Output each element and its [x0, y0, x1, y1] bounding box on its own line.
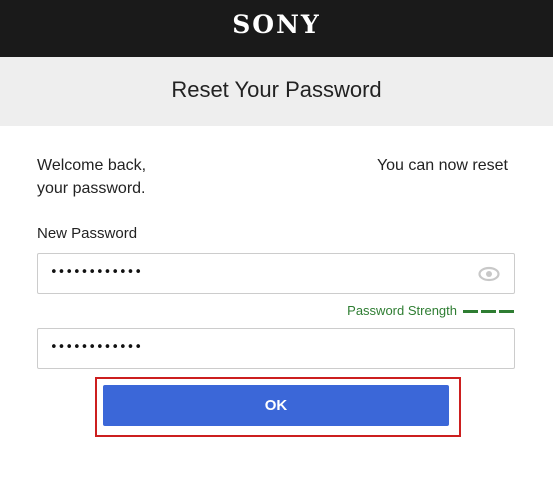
page-title: Reset Your Password: [171, 77, 382, 102]
new-password-label: New Password: [37, 225, 138, 242]
page-header: Reset Your Password: [0, 57, 553, 126]
password-strength-label: Password Strength: [347, 303, 457, 318]
top-bar: SONY: [0, 0, 553, 57]
new-password-value: ••••••••••••: [50, 265, 143, 280]
ok-button[interactable]: OK: [103, 385, 449, 426]
strength-bar-segment: [463, 310, 478, 313]
password-strength-indicator: Password Strength: [300, 302, 515, 320]
intro-text-left: Welcome back, your password.: [37, 154, 257, 200]
strength-bar-segment: [499, 310, 514, 313]
confirm-password-field[interactable]: ••••••••••••: [37, 328, 515, 369]
eye-icon[interactable]: [478, 266, 500, 282]
intro-line-1: Welcome back,: [37, 157, 147, 174]
intro-text-right: You can now reset: [376, 157, 508, 174]
new-password-field[interactable]: ••••••••••••: [37, 253, 515, 294]
intro-line-2: your password.: [37, 180, 146, 197]
confirm-password-value: ••••••••••••: [50, 340, 143, 355]
sony-logo: SONY: [232, 10, 321, 39]
strength-bar-segment: [481, 310, 496, 313]
